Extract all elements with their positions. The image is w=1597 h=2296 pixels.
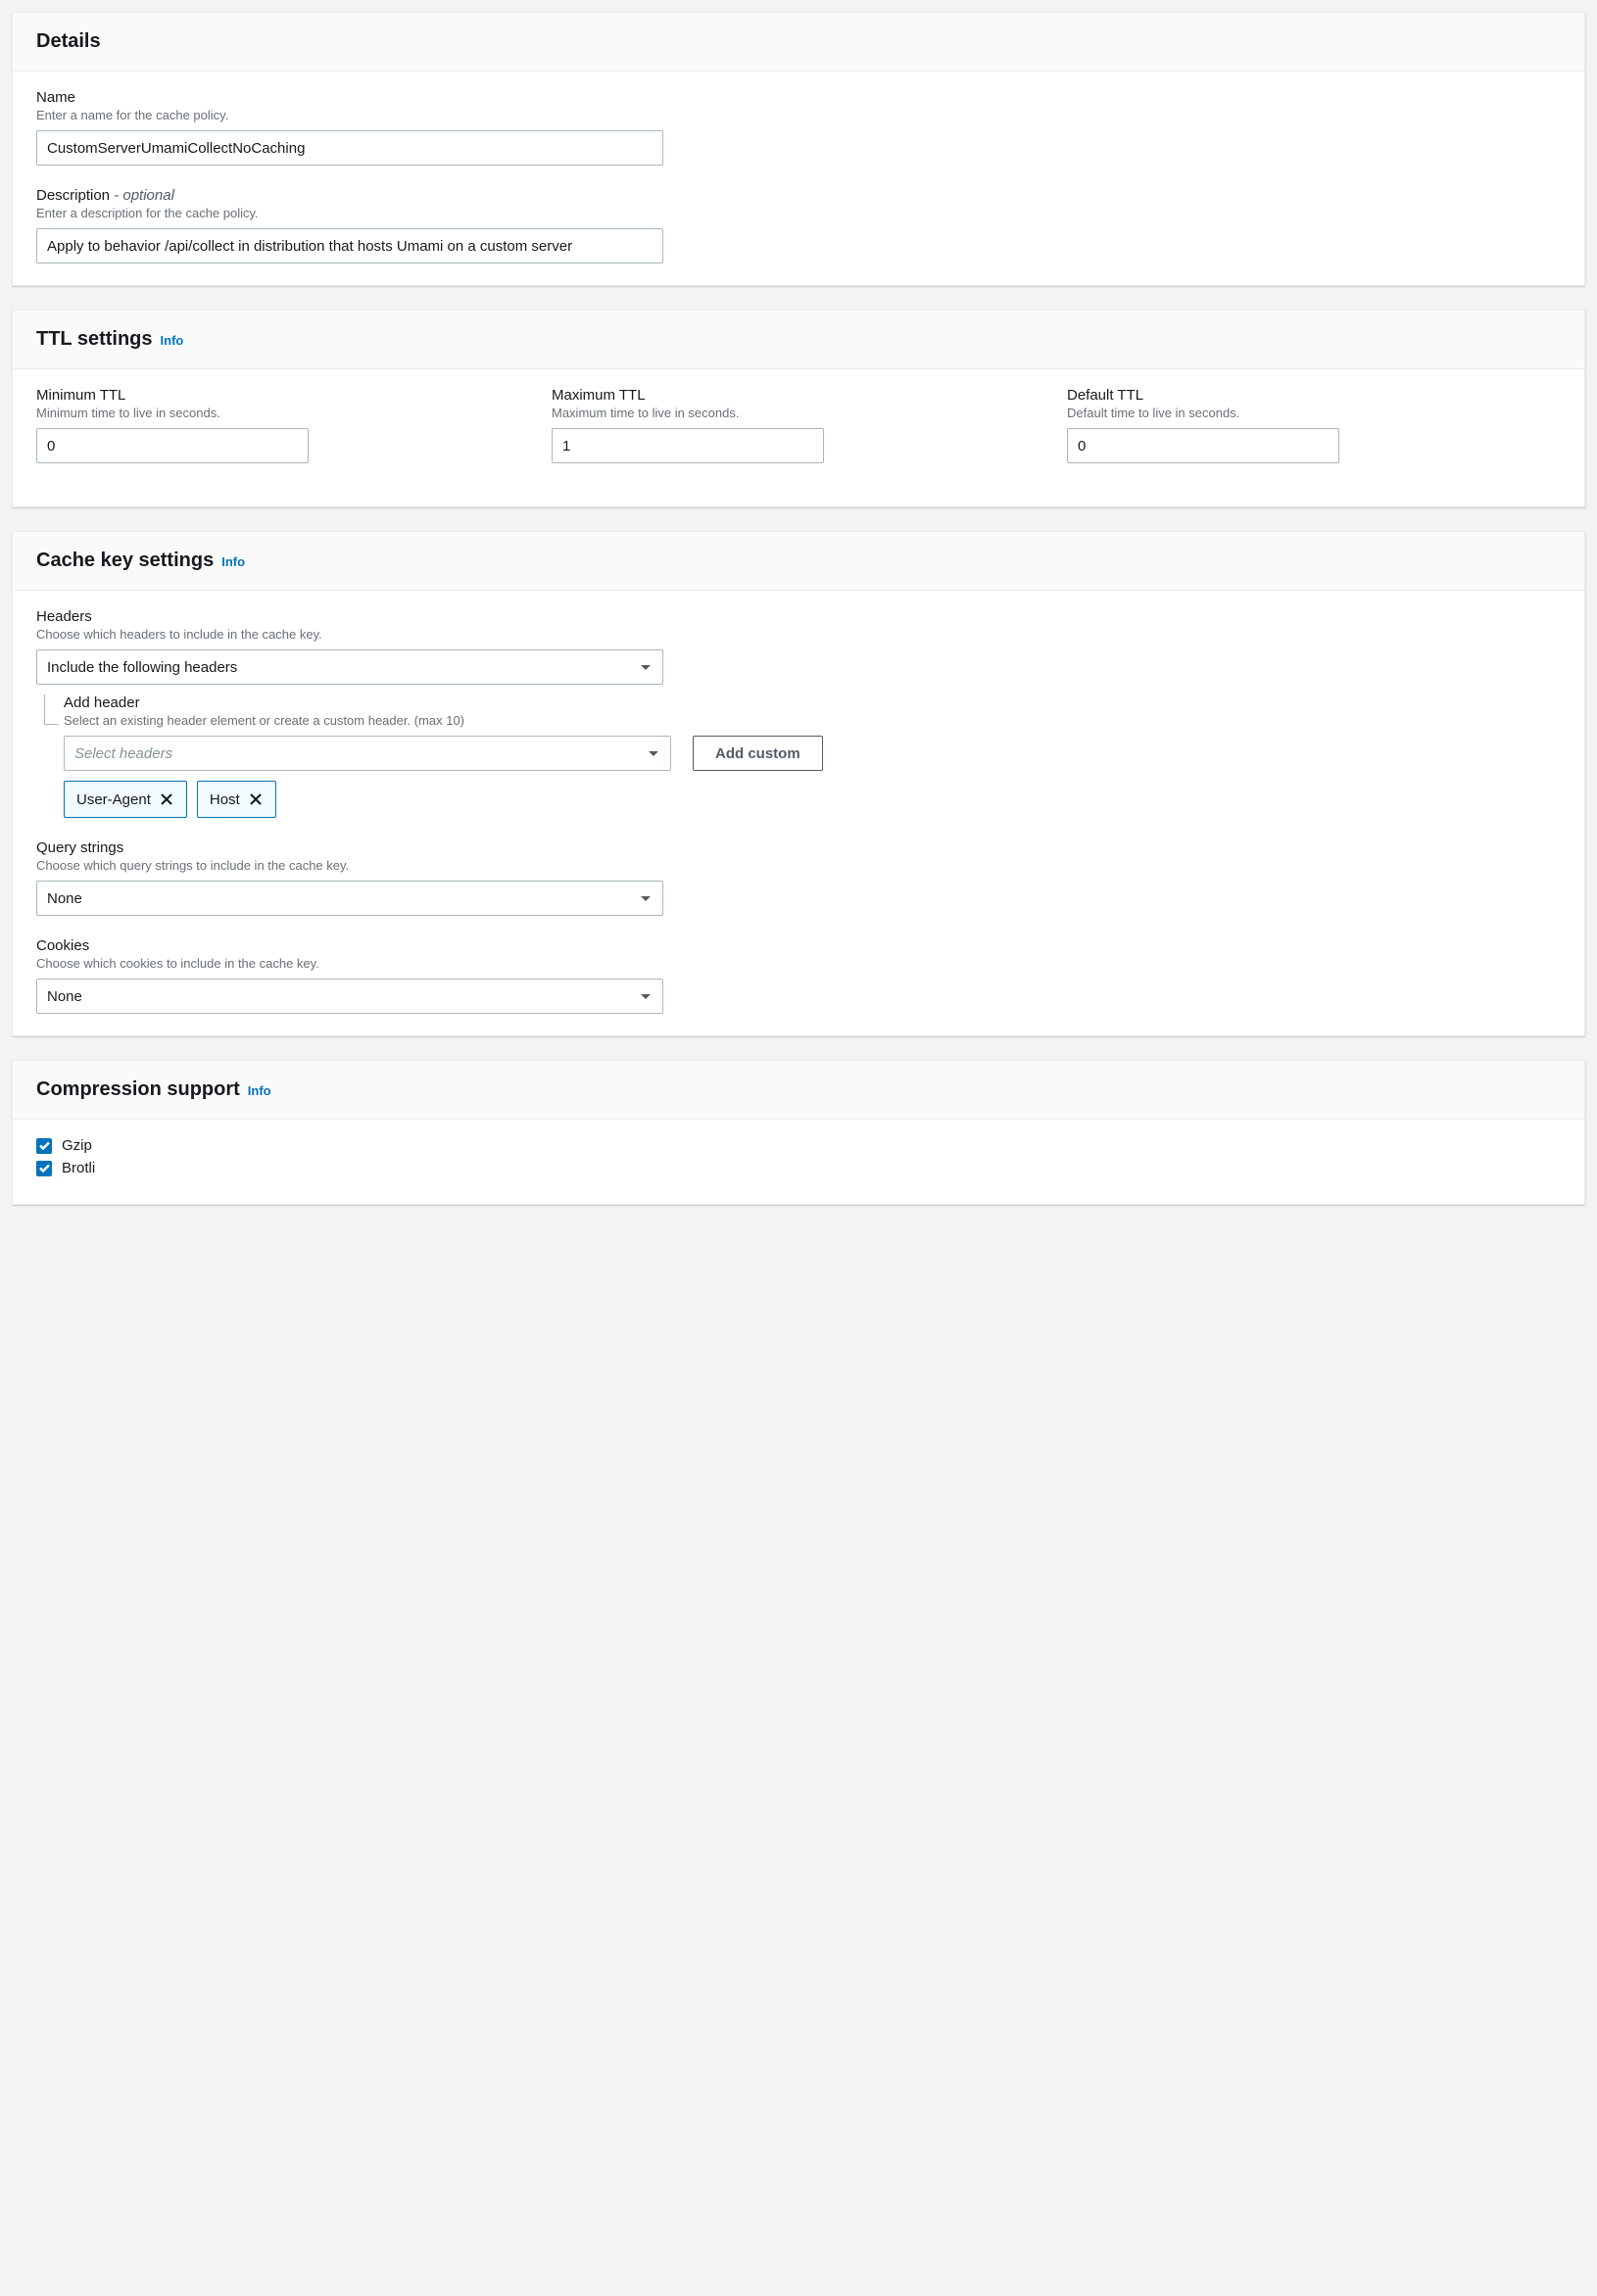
nest-line: [44, 694, 45, 724]
name-field-group: Name Enter a name for the cache policy.: [36, 89, 1561, 166]
max-ttl-input[interactable]: [552, 428, 824, 463]
query-select-value: None: [47, 890, 82, 907]
min-ttl-help: Minimum time to live in seconds.: [36, 406, 530, 420]
details-header: Details: [13, 13, 1584, 72]
headers-select-value: Include the following headers: [47, 659, 237, 676]
ttl-header: TTL settings Info: [13, 311, 1584, 369]
gzip-label: Gzip: [62, 1137, 92, 1154]
compression-panel: Compression support Info Gzip Brotli: [12, 1060, 1585, 1205]
gzip-checkbox-row[interactable]: Gzip: [36, 1137, 1561, 1154]
header-token-label: User-Agent: [76, 791, 151, 808]
description-field-group: Description - optional Enter a descripti…: [36, 187, 1561, 263]
details-body: Name Enter a name for the cache policy. …: [13, 72, 1584, 285]
header-token: User-Agent: [64, 781, 187, 818]
add-header-select[interactable]: Select headers: [64, 736, 671, 771]
description-label: Description - optional: [36, 187, 1561, 204]
max-ttl-group: Maximum TTL Maximum time to live in seco…: [552, 387, 1045, 463]
header-tokens: User-Agent Host: [64, 781, 1561, 818]
header-token: Host: [197, 781, 276, 818]
header-token-label: Host: [210, 791, 240, 808]
cookies-help: Choose which cookies to include in the c…: [36, 956, 1561, 971]
checkbox-checked-icon[interactable]: [36, 1161, 52, 1176]
description-optional: - optional: [114, 187, 174, 204]
ttl-body: Minimum TTL Minimum time to live in seco…: [13, 369, 1584, 506]
query-group: Query strings Choose which query strings…: [36, 839, 1561, 916]
close-icon[interactable]: [157, 789, 176, 809]
compression-body: Gzip Brotli: [13, 1120, 1584, 1204]
cachekey-info-link[interactable]: Info: [221, 554, 245, 569]
cookies-select-value: None: [47, 988, 82, 1005]
add-custom-button[interactable]: Add custom: [693, 736, 823, 771]
compression-header: Compression support Info: [13, 1061, 1584, 1120]
cookies-label: Cookies: [36, 937, 1561, 954]
cookies-group: Cookies Choose which cookies to include …: [36, 937, 1561, 1014]
min-ttl-input[interactable]: [36, 428, 309, 463]
close-icon[interactable]: [246, 789, 266, 809]
add-header-row: Select headers Add custom: [64, 736, 1561, 771]
cookies-select-wrap: None: [36, 979, 663, 1014]
name-input[interactable]: [36, 130, 663, 166]
default-ttl-input[interactable]: [1067, 428, 1339, 463]
name-help: Enter a name for the cache policy.: [36, 108, 1561, 122]
cachekey-title: Cache key settings: [36, 550, 214, 572]
add-header-block: Add header Select an existing header ele…: [36, 694, 1561, 818]
default-ttl-label: Default TTL: [1067, 387, 1561, 404]
add-header-select-wrap: Select headers: [64, 736, 671, 771]
details-title: Details: [36, 30, 101, 53]
default-ttl-group: Default TTL Default time to live in seco…: [1067, 387, 1561, 485]
headers-select-wrap: Include the following headers: [36, 649, 663, 685]
cachekey-body: Headers Choose which headers to include …: [13, 591, 1584, 1035]
headers-select[interactable]: Include the following headers: [36, 649, 663, 685]
name-label: Name: [36, 89, 1561, 106]
ttl-info-link[interactable]: Info: [161, 333, 184, 348]
max-ttl-label: Maximum TTL: [552, 387, 1045, 404]
min-ttl-group: Minimum TTL Minimum time to live in seco…: [36, 387, 530, 463]
cachekey-header: Cache key settings Info: [13, 532, 1584, 591]
cachekey-panel: Cache key settings Info Headers Choose w…: [12, 531, 1585, 1036]
headers-help: Choose which headers to include in the c…: [36, 627, 1561, 642]
query-label: Query strings: [36, 839, 1561, 856]
description-input[interactable]: [36, 228, 663, 263]
query-select-wrap: None: [36, 881, 663, 916]
add-header-placeholder: Select headers: [74, 745, 172, 762]
cookies-select[interactable]: None: [36, 979, 663, 1014]
description-help: Enter a description for the cache policy…: [36, 206, 1561, 220]
brotli-checkbox-row[interactable]: Brotli: [36, 1160, 1561, 1176]
default-ttl-help: Default time to live in seconds.: [1067, 406, 1561, 420]
headers-label: Headers: [36, 608, 1561, 625]
headers-group: Headers Choose which headers to include …: [36, 608, 1561, 818]
compression-title: Compression support: [36, 1078, 240, 1101]
ttl-row: Minimum TTL Minimum time to live in seco…: [36, 387, 1561, 485]
brotli-label: Brotli: [62, 1160, 95, 1176]
query-select[interactable]: None: [36, 881, 663, 916]
add-header-label: Add header: [64, 694, 1561, 711]
nest-line: [44, 724, 58, 725]
ttl-panel: TTL settings Info Minimum TTL Minimum ti…: [12, 310, 1585, 507]
max-ttl-help: Maximum time to live in seconds.: [552, 406, 1045, 420]
details-panel: Details Name Enter a name for the cache …: [12, 12, 1585, 286]
add-header-help: Select an existing header element or cre…: [64, 713, 1561, 728]
min-ttl-label: Minimum TTL: [36, 387, 530, 404]
ttl-title: TTL settings: [36, 328, 153, 351]
query-help: Choose which query strings to include in…: [36, 858, 1561, 873]
checkbox-checked-icon[interactable]: [36, 1138, 52, 1154]
description-label-text: Description: [36, 187, 110, 204]
compression-info-link[interactable]: Info: [248, 1083, 271, 1098]
